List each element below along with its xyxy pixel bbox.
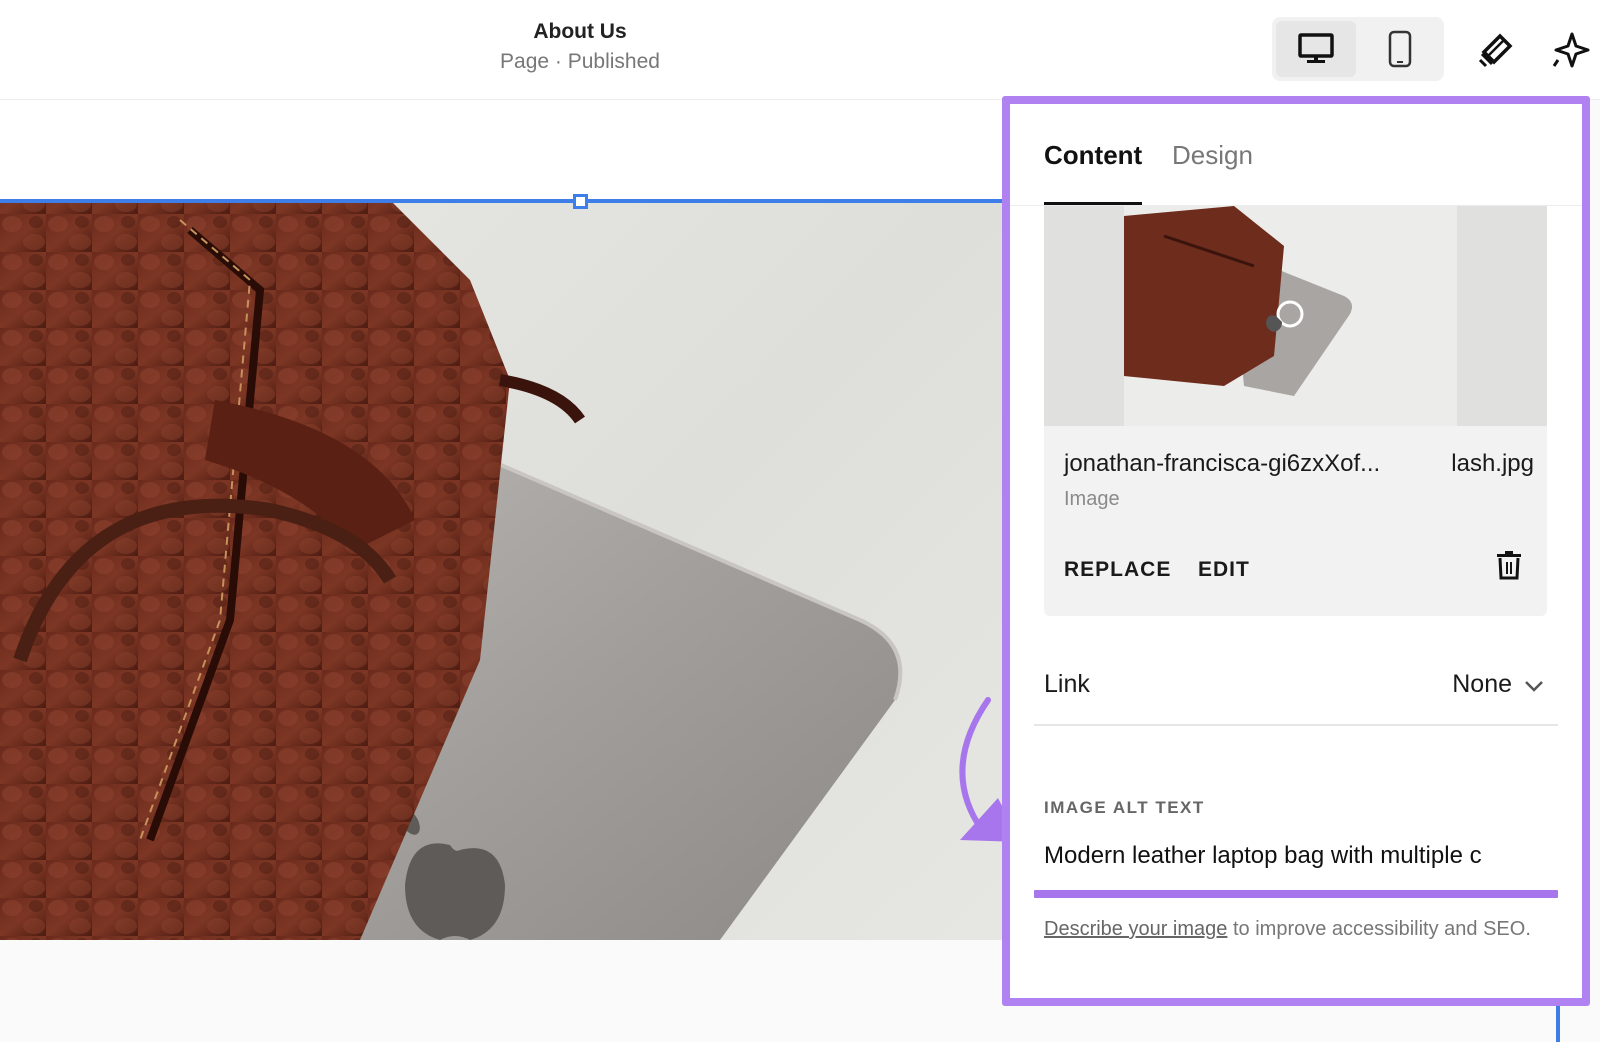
alt-text-input[interactable] (1044, 834, 1550, 878)
trash-icon (1497, 551, 1521, 580)
delete-image-button[interactable] (1492, 546, 1526, 584)
link-value: None (1452, 670, 1512, 698)
desktop-icon (1298, 33, 1334, 63)
filename-start: jonathan-francisca-gi6zxXof... (1064, 450, 1381, 477)
site-styles-button[interactable] (1474, 26, 1520, 72)
alt-text-help: Describe your image to improve accessibi… (1044, 914, 1554, 944)
alt-text-highlight (1034, 890, 1558, 898)
tab-content[interactable]: Content (1044, 140, 1142, 171)
thumbnail-photo (1044, 206, 1547, 426)
panel-tabs: Content Design (1010, 104, 1582, 206)
alt-text-help-rest: to improve accessibility and SEO. (1227, 918, 1531, 940)
filename-end: lash.jpg (1451, 450, 1534, 477)
image-type-label: Image (1064, 488, 1120, 510)
resize-handle[interactable] (573, 194, 588, 209)
page-status: Page · Published (500, 50, 660, 73)
device-view-toggle (1272, 17, 1444, 81)
replace-button[interactable]: REPLACE (1064, 558, 1171, 582)
link-dropdown[interactable]: Link None (1034, 670, 1558, 726)
chevron-down-icon (1525, 681, 1543, 692)
describe-image-link[interactable]: Describe your image (1044, 918, 1227, 940)
ai-assistant-button[interactable] (1548, 26, 1594, 72)
image-thumbnail[interactable] (1044, 206, 1547, 426)
mobile-view-button[interactable] (1360, 21, 1440, 77)
block-selection-border-right (1556, 1004, 1560, 1042)
link-label: Link (1044, 670, 1090, 698)
page-title: About Us (533, 20, 627, 43)
brush-icon (1478, 33, 1513, 68)
alt-text-label: IMAGE ALT TEXT (1044, 798, 1205, 817)
editor-topbar: About Us Page · Published (0, 0, 1600, 100)
sparkle-icon (1552, 32, 1590, 68)
mobile-icon (1388, 30, 1412, 68)
image-settings-panel: Content Design jonathan-francisca-gi6zxX… (1002, 96, 1590, 1006)
block-selection-border (0, 199, 1010, 203)
image-file-card: jonathan-francisca-gi6zxXof... lash.jpg … (1044, 206, 1547, 616)
edit-button[interactable]: EDIT (1198, 558, 1250, 582)
page-section-spacer (0, 100, 1010, 200)
desktop-view-button[interactable] (1276, 21, 1356, 77)
active-tab-indicator (1044, 202, 1142, 205)
tab-design[interactable]: Design (1172, 140, 1253, 171)
image-filename: jonathan-francisca-gi6zxXof... lash.jpg (1064, 450, 1534, 478)
